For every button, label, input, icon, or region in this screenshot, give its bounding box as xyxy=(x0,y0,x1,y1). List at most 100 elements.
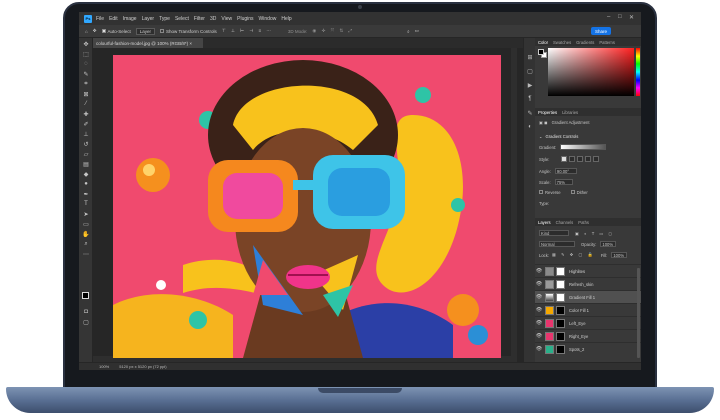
menu-window[interactable]: Window xyxy=(259,16,277,22)
frame-icon[interactable]: ⊠ xyxy=(82,90,90,98)
angle-input[interactable]: 90.00° xyxy=(554,168,577,174)
style-buttons[interactable] xyxy=(561,156,601,163)
tab-libraries[interactable]: Libraries xyxy=(562,110,578,115)
pen-icon[interactable]: ✒ xyxy=(82,190,90,198)
hue-slider[interactable] xyxy=(636,48,640,96)
layer-row[interactable]: 👁 Refresh_skin xyxy=(535,277,641,290)
layer-filter-dropdown[interactable]: Kind xyxy=(539,230,569,236)
filter-icons[interactable]: ▣ ◐ T ▭ ◻ xyxy=(575,231,614,236)
eraser-icon[interactable]: ▱ xyxy=(82,150,90,158)
lasso-icon[interactable]: ◌ xyxy=(82,60,90,68)
layer-row[interactable]: 👁 Left_Eye xyxy=(535,316,641,329)
tab-properties[interactable]: Properties xyxy=(538,110,557,115)
menu-file[interactable]: File xyxy=(96,16,104,22)
canvas-artwork[interactable] xyxy=(113,55,501,358)
zoom-level[interactable]: 100% xyxy=(99,364,109,369)
move-icon[interactable]: ✥ xyxy=(82,40,90,48)
brush-icon[interactable]: ✐ xyxy=(82,120,90,128)
opacity-input[interactable]: 100% xyxy=(600,241,617,247)
maximize-icon[interactable]: □ xyxy=(618,14,622,20)
dodge-icon[interactable]: ● xyxy=(82,180,90,188)
close-icon[interactable]: ✕ xyxy=(629,14,634,21)
home-icon[interactable]: ⌂ xyxy=(85,29,88,34)
crop-icon[interactable]: ⌗ xyxy=(82,80,90,88)
foreground-color-swatch[interactable] xyxy=(82,292,89,299)
more-icon[interactable]: ⋯ xyxy=(82,250,90,258)
color-picker-field[interactable] xyxy=(548,48,634,96)
path-select-icon[interactable]: ➤ xyxy=(82,210,90,218)
layer-row[interactable]: 👁 Gradient Fill 1 xyxy=(535,290,641,303)
gradient-controls-header[interactable]: ⌄ Gradient Controls xyxy=(539,134,578,139)
paragraph-icon[interactable]: ¶ xyxy=(526,96,534,102)
menu-edit[interactable]: Edit xyxy=(109,16,118,22)
move-tool-icon[interactable]: ✥ xyxy=(93,28,97,34)
layers-scrollbar[interactable] xyxy=(637,268,640,358)
tab-gradients[interactable]: Gradients xyxy=(576,40,594,45)
shape-icon[interactable]: ▭ xyxy=(82,220,90,228)
eye-icon[interactable]: 👁 xyxy=(535,320,543,326)
search-icon[interactable]: ⌕ xyxy=(407,29,410,34)
eye-icon[interactable]: 👁 xyxy=(535,268,543,274)
layer-row[interactable]: 👁 Highlites xyxy=(535,264,641,277)
layer-row[interactable]: 👁 Color Fill 1 xyxy=(535,303,641,316)
history-brush-icon[interactable]: ↺ xyxy=(82,140,90,148)
layer-row[interactable]: 👁 Spots_2 xyxy=(535,342,641,355)
dither-checkbox[interactable]: Dither xyxy=(570,190,588,195)
blur-icon[interactable]: ◆ xyxy=(82,170,90,178)
actions-icon[interactable]: ▶ xyxy=(526,82,534,89)
document-tab[interactable]: colourful-fashion-model.jpg @ 100% (RGB/… xyxy=(93,38,203,48)
transform-checkbox[interactable]: Show Transform Controls xyxy=(160,29,217,34)
tab-channels[interactable]: Channels xyxy=(556,220,574,225)
scale-input[interactable]: 75% xyxy=(554,179,573,185)
layer-row[interactable]: 👁 Right_Eye xyxy=(535,329,641,342)
history-icon[interactable]: ⊞ xyxy=(526,54,534,61)
align-icons[interactable]: ⊤ ⊥ ⊢ ⊣ ≡ ⋯ xyxy=(222,28,273,34)
zoom-icon[interactable]: ⌕ xyxy=(82,240,90,248)
quick-select-icon[interactable]: ✎ xyxy=(82,70,90,78)
blend-mode-dropdown[interactable]: Normal xyxy=(539,241,575,247)
tab-layers[interactable]: Layers xyxy=(538,220,551,225)
stamp-icon[interactable]: ⊥ xyxy=(82,130,90,138)
eyedropper-icon[interactable]: ⁄ xyxy=(82,100,90,108)
eye-icon[interactable]: 👁 xyxy=(535,333,543,339)
brush-settings-icon[interactable]: ✎ xyxy=(526,110,534,117)
tab-patterns[interactable]: Patterns xyxy=(599,40,615,45)
minimize-icon[interactable]: – xyxy=(607,14,610,20)
screen-mode-icon[interactable]: ▢ xyxy=(82,318,90,326)
foreground-color-swatch[interactable] xyxy=(538,49,544,55)
reverse-checkbox[interactable]: Reverse xyxy=(539,190,561,195)
eye-icon[interactable]: 👁 xyxy=(535,281,543,287)
tab-swatches[interactable]: Swatches xyxy=(553,40,571,45)
fill-input[interactable]: 100% xyxy=(611,252,628,258)
menu-select[interactable]: Select xyxy=(175,16,189,22)
eye-icon[interactable]: 👁 xyxy=(535,294,543,300)
vertical-scrollbar[interactable] xyxy=(511,48,517,362)
3d-tools-icons[interactable]: ◉ ✣ ⤧ ⇅ ⤢ xyxy=(312,28,354,34)
eye-icon[interactable]: 👁 xyxy=(535,346,543,352)
menu-type[interactable]: Type xyxy=(159,16,170,22)
type-icon[interactable]: T xyxy=(82,200,90,208)
gradient-preview[interactable] xyxy=(560,144,607,150)
workspace-icon[interactable]: ▭ xyxy=(415,28,419,34)
healing-icon[interactable]: ✚ xyxy=(82,110,90,118)
quick-mask-icon[interactable]: ◘ xyxy=(82,308,90,316)
gradient-icon[interactable]: ▤ xyxy=(82,160,90,168)
lock-icons[interactable]: ▦ ✎ ✥ ▢ 🔒 xyxy=(552,252,595,258)
auto-select-checkbox[interactable]: Auto-Select xyxy=(101,29,131,34)
menu-view[interactable]: View xyxy=(221,16,232,22)
menu-help[interactable]: Help xyxy=(281,16,291,22)
share-button[interactable]: Share xyxy=(591,27,611,35)
marquee-icon[interactable]: ⬚ xyxy=(82,50,90,58)
auto-select-target-dropdown[interactable]: Layer xyxy=(135,27,156,35)
tab-color[interactable]: Color xyxy=(538,40,548,45)
menu-image[interactable]: Image xyxy=(123,16,137,22)
menu-plugins[interactable]: Plugins xyxy=(237,16,253,22)
comment-icon[interactable]: ▢ xyxy=(526,68,534,75)
tab-paths[interactable]: Paths xyxy=(578,220,589,225)
hand-icon[interactable]: ✋ xyxy=(82,230,90,238)
menu-filter[interactable]: Filter xyxy=(194,16,205,22)
menu-layer[interactable]: Layer xyxy=(142,16,155,22)
adjustments-icon[interactable]: ◐ xyxy=(526,124,534,130)
eye-icon[interactable]: 👁 xyxy=(535,307,543,313)
menu-3d[interactable]: 3D xyxy=(210,16,216,22)
